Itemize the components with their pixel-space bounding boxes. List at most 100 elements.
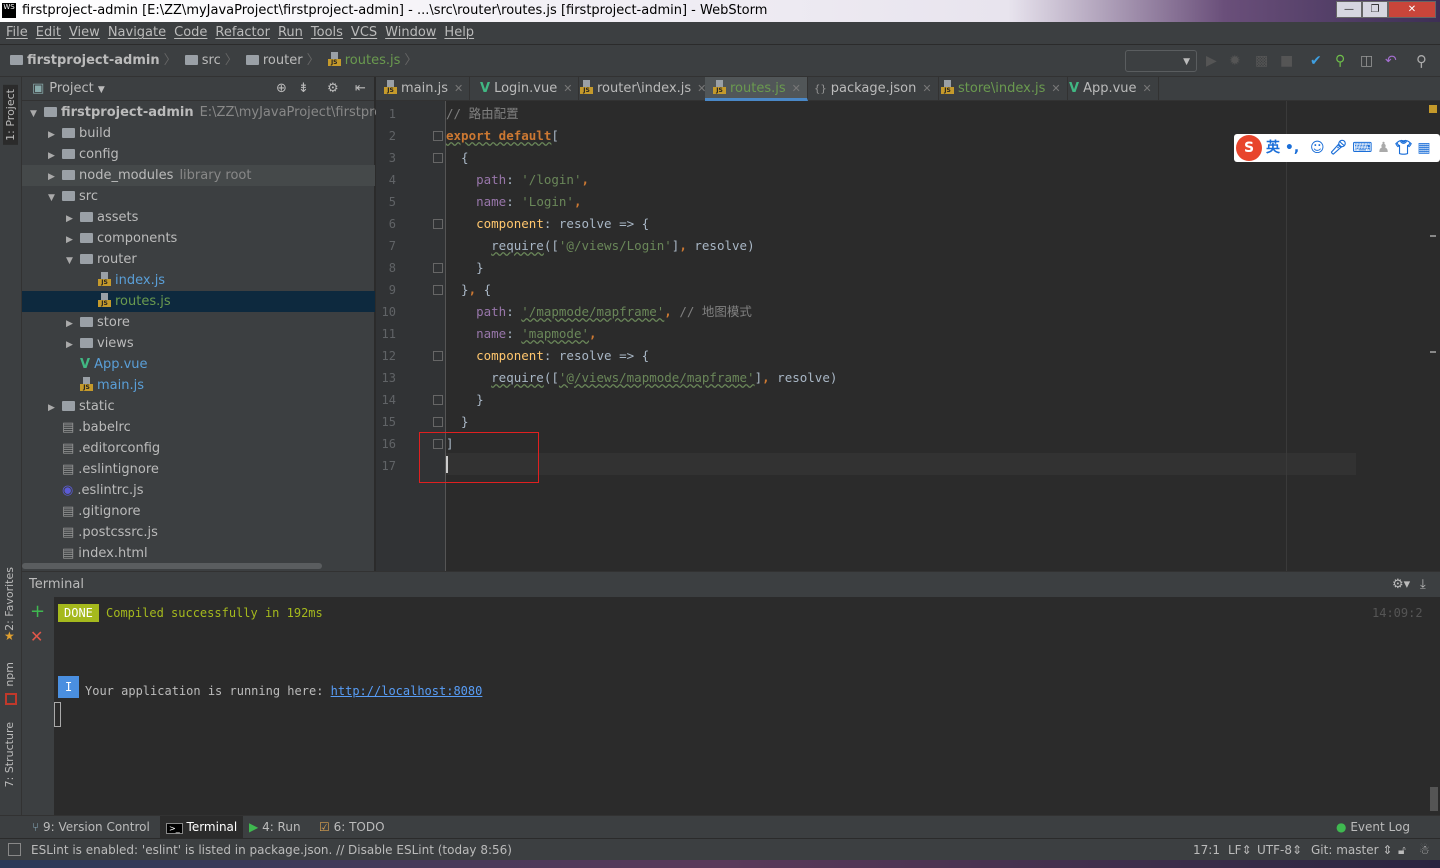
- tree-item[interactable]: ▼ router: [22, 249, 375, 270]
- vcs-commit-icon[interactable]: ⚲: [1335, 45, 1345, 77]
- close-tab-icon[interactable]: ✕: [1051, 82, 1060, 95]
- microphone-icon[interactable]: 🎤︎: [1330, 140, 1348, 156]
- run-icon[interactable]: ▶: [1206, 45, 1217, 77]
- menu-navigate[interactable]: Navigate: [108, 25, 166, 40]
- locate-file-icon[interactable]: ⊕: [276, 77, 287, 101]
- tree-item[interactable]: routes.js: [22, 291, 375, 312]
- fold-marker-icon[interactable]: [433, 395, 443, 405]
- tool-event-log[interactable]: ● Event Log: [1330, 816, 1416, 839]
- tab-package-json[interactable]: {} package.json ✕: [806, 77, 939, 101]
- breadcrumb-file[interactable]: routes.js: [345, 53, 401, 68]
- status-message[interactable]: ESLint is enabled: 'eslint' is listed in…: [31, 839, 512, 861]
- tab-app-vue[interactable]: V App.vue ✕: [1061, 77, 1159, 101]
- horizontal-scrollbar[interactable]: [22, 563, 322, 569]
- menu-view[interactable]: View: [69, 25, 100, 40]
- tree-item[interactable]: ▶ build: [22, 123, 375, 144]
- stop-icon[interactable]: ■: [1280, 45, 1293, 77]
- tree-item[interactable]: V App.vue: [22, 354, 375, 375]
- menu-run[interactable]: Run: [278, 25, 303, 40]
- git-branch[interactable]: Git: master ⇕: [1311, 839, 1392, 861]
- tree-item[interactable]: ▤ index.html: [22, 543, 375, 564]
- run-config-dropdown[interactable]: ▼: [1125, 50, 1197, 72]
- tree-item[interactable]: ▼ src: [22, 186, 375, 207]
- fold-marker-icon[interactable]: [433, 285, 443, 295]
- menu-window[interactable]: Window: [385, 25, 436, 40]
- fold-marker-icon[interactable]: [433, 153, 443, 163]
- close-tab-icon[interactable]: ✕: [792, 82, 801, 95]
- collapse-all-icon[interactable]: ⇟: [298, 77, 309, 101]
- tree-item[interactable]: ▤ .postcssrc.js: [22, 522, 375, 543]
- menu-tools[interactable]: Tools: [311, 25, 343, 40]
- tree-item[interactable]: ▤ .eslintignore: [22, 459, 375, 480]
- tab-router-index-js[interactable]: router\index.js✕: [572, 77, 714, 101]
- tree-item[interactable]: ▶ store: [22, 312, 375, 333]
- side-tab-npm[interactable]: npm: [3, 662, 16, 687]
- menu-vcs[interactable]: VCS: [351, 25, 377, 40]
- close-tab-icon[interactable]: ✕: [1143, 82, 1152, 95]
- localhost-link[interactable]: http://localhost:8080: [331, 684, 483, 698]
- tree-item[interactable]: index.js: [22, 270, 375, 291]
- settings-gear-icon[interactable]: ⚙: [327, 77, 339, 101]
- terminal-settings-icon[interactable]: ⚙▾: [1392, 572, 1410, 598]
- coverage-icon[interactable]: ▩: [1255, 45, 1268, 77]
- side-tab-structure[interactable]: 7: Structure: [3, 722, 16, 787]
- emoji-icon[interactable]: ☺: [1310, 140, 1325, 156]
- menu-code[interactable]: Code: [174, 25, 207, 40]
- tree-item[interactable]: ▤ .babelrc: [22, 417, 375, 438]
- breadcrumb-project[interactable]: firstproject-admin: [27, 53, 160, 68]
- close-tab-icon[interactable]: ✕: [454, 82, 463, 95]
- tool-todo[interactable]: ☑ 6: TODO: [313, 816, 391, 839]
- fold-marker-icon[interactable]: [433, 263, 443, 273]
- tree-item[interactable]: ▼ firstproject-admin E:\ZZ\myJavaProject\f…: [22, 102, 419, 123]
- inspector-icon[interactable]: ☃: [1419, 839, 1430, 861]
- tree-item[interactable]: ▶ node_modules library root: [22, 165, 375, 186]
- inspection-status-icon[interactable]: [1429, 105, 1437, 113]
- tree-item[interactable]: ▤ .editorconfig: [22, 438, 375, 459]
- tree-item[interactable]: ▤ .gitignore: [22, 501, 375, 522]
- side-tab-project[interactable]: 1: Project: [3, 85, 18, 145]
- code-editor[interactable]: 1 2 3 4 5 6 7 8 9 10 11 12 13 14 15 16 17 // 路由配置 export …: [376, 101, 1440, 571]
- vcs-history-icon[interactable]: ◫: [1360, 45, 1373, 77]
- revert-icon[interactable]: ↶: [1385, 45, 1397, 77]
- hide-panel-icon[interactable]: ⇤: [355, 77, 366, 101]
- tree-item[interactable]: main.js: [22, 375, 375, 396]
- debug-icon[interactable]: ✹: [1229, 45, 1241, 77]
- line-separator[interactable]: LF⇕: [1228, 839, 1252, 861]
- hide-terminal-icon[interactable]: ⤓: [1420, 572, 1426, 598]
- tree-item[interactable]: ▶ assets: [22, 207, 375, 228]
- tab-login-vue[interactable]: V Login.vue ✕: [472, 77, 580, 101]
- tool-terminal[interactable]: >_ Terminal: [160, 816, 244, 839]
- fold-marker-icon[interactable]: [433, 219, 443, 229]
- terminal-body[interactable]: + ✕ DONE Compiled successfully in 192ms …: [22, 597, 1440, 815]
- tool-run[interactable]: ▶ 4: Run: [243, 816, 307, 839]
- new-session-plus-icon[interactable]: +: [30, 601, 45, 622]
- menu-help[interactable]: Help: [444, 25, 474, 40]
- user-icon[interactable]: ♟: [1377, 140, 1390, 156]
- project-view-selector[interactable]: Project: [49, 81, 93, 96]
- fold-marker-icon[interactable]: [433, 131, 443, 141]
- fold-marker-icon[interactable]: [433, 417, 443, 427]
- skin-icon[interactable]: 👕︎: [1395, 140, 1413, 156]
- toolbox-icon[interactable]: ▦: [1417, 140, 1430, 156]
- tab-store-index-js[interactable]: store\index.js ✕: [933, 77, 1068, 101]
- close-session-x-icon[interactable]: ✕: [30, 627, 43, 646]
- tool-version-control[interactable]: ⑂ 9: Version Control: [26, 816, 156, 839]
- close-tab-icon[interactable]: ✕: [922, 82, 931, 95]
- lock-icon[interactable]: 🔓︎: [1398, 839, 1406, 861]
- tree-item[interactable]: ◉ .eslintrc.js: [22, 480, 375, 501]
- ime-mode[interactable]: 英: [1266, 140, 1280, 156]
- menu-file[interactable]: File: [6, 25, 28, 40]
- tree-item[interactable]: ▶ static: [22, 396, 375, 417]
- keyboard-icon[interactable]: ⌨: [1352, 140, 1372, 156]
- tree-item[interactable]: ▶ components: [22, 228, 375, 249]
- toggle-tool-windows-icon[interactable]: [8, 843, 21, 856]
- caret-position[interactable]: 17:1: [1193, 839, 1220, 861]
- maximize-button[interactable]: ❐: [1362, 1, 1388, 18]
- search-everywhere-icon[interactable]: ⚲: [1416, 45, 1427, 77]
- minimize-button[interactable]: —: [1336, 1, 1362, 18]
- menu-refactor[interactable]: Refactor: [215, 25, 270, 40]
- close-window-button[interactable]: ✕: [1388, 1, 1436, 18]
- breadcrumb-router[interactable]: router: [263, 53, 303, 68]
- tree-item[interactable]: ▶ config: [22, 144, 375, 165]
- breadcrumb-src[interactable]: src: [202, 53, 221, 68]
